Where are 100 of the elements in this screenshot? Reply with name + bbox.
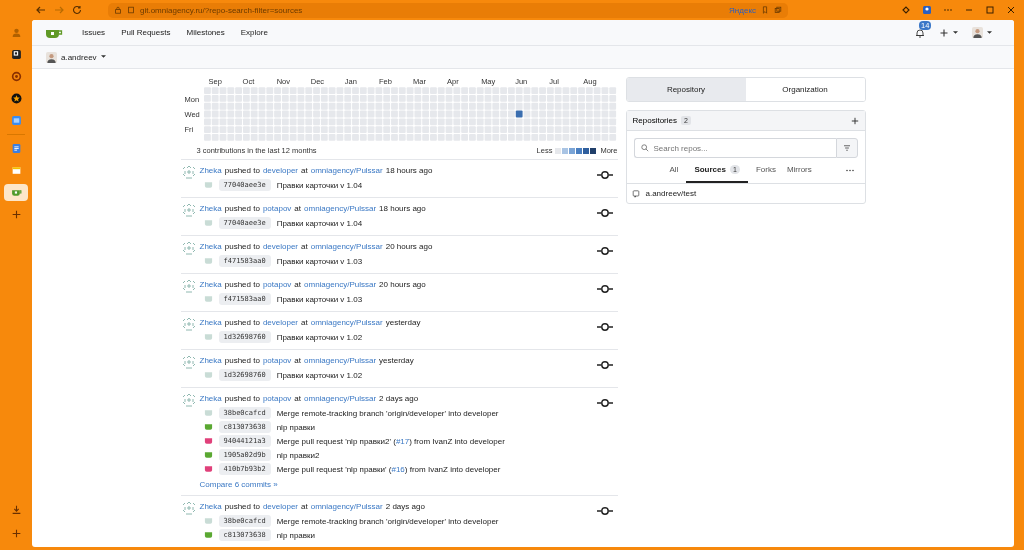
caret-icon[interactable] xyxy=(987,30,992,35)
branch-link[interactable]: developer xyxy=(262,241,298,253)
repo-icon xyxy=(631,189,640,198)
user-link[interactable]: Zheka xyxy=(199,355,222,367)
caret-icon[interactable] xyxy=(100,55,106,59)
user-link[interactable]: Zheka xyxy=(199,317,222,329)
commit-message: Merge remote-tracking branch 'origin/developer' into developer xyxy=(276,408,499,418)
action-text: pushed to xyxy=(224,279,260,291)
user-link[interactable]: Zheka xyxy=(199,165,222,177)
branch-link[interactable]: potapov xyxy=(262,393,292,405)
commit-message: Merge pull request 'nlp правки' (#16) from IvanZ into developer xyxy=(276,464,501,474)
commit-message: nlp правки2 xyxy=(276,450,320,460)
nav-link[interactable]: Milestones xyxy=(186,28,225,37)
repo-link[interactable]: omniagency/Pulssar xyxy=(304,355,377,367)
avatar-icon[interactable] xyxy=(972,27,983,38)
nav-link[interactable]: Explore xyxy=(240,28,268,37)
teacup-icon xyxy=(10,187,22,198)
page-icon xyxy=(127,6,135,14)
repo-link[interactable]: omniagency/Pulssar xyxy=(304,393,377,405)
extension-icon[interactable] xyxy=(901,5,911,15)
commit-message: Правки карточки v 1.02 xyxy=(276,370,363,380)
action-text: at xyxy=(294,355,301,367)
commit-icon xyxy=(596,170,613,180)
commit-message: nlp правки xyxy=(276,530,315,540)
repo-link[interactable]: omniagency/Pulssar xyxy=(310,501,383,513)
user-name[interactable]: a.andreev xyxy=(61,52,97,62)
time-text: yesterday xyxy=(379,355,414,367)
close-icon[interactable] xyxy=(1006,5,1016,15)
repo-link[interactable]: omniagency/Pulssar xyxy=(310,165,383,177)
user-link[interactable]: Zheka xyxy=(199,241,222,253)
compare-link[interactable]: Compare 6 commits » xyxy=(199,480,593,489)
identicon-icon xyxy=(181,355,196,369)
bookmark-icon[interactable] xyxy=(761,6,769,14)
time-text: yesterday xyxy=(385,317,421,329)
plus-icon xyxy=(10,209,22,220)
plus-icon[interactable] xyxy=(10,528,22,539)
scope-tab[interactable]: Repository xyxy=(626,78,746,101)
action-text: at xyxy=(301,165,308,177)
share-icon[interactable] xyxy=(774,6,782,14)
legend-scale-drawing xyxy=(555,147,598,154)
action-text: at xyxy=(294,279,301,291)
repo-link[interactable]: omniagency/Pulssar xyxy=(304,203,377,215)
action-text: pushed to xyxy=(224,355,260,367)
user-link[interactable]: Zheka xyxy=(199,203,222,215)
identicon-icon xyxy=(181,165,196,179)
url-text: git.omniagency.ru/?repo-search-filter=sources xyxy=(140,5,304,15)
action-text: at xyxy=(294,203,301,215)
commit-message: Merge pull request 'nlp правки2' (#17) from IvanZ into developer xyxy=(276,436,505,446)
filter-button[interactable] xyxy=(835,138,858,158)
pull-request-link[interactable]: #16 xyxy=(391,464,405,474)
action-text: at xyxy=(294,393,301,405)
plus-icon[interactable] xyxy=(850,116,859,125)
action-text: at xyxy=(301,501,308,513)
branch-link[interactable]: potapov xyxy=(262,203,292,215)
identicon-icon xyxy=(181,501,196,515)
branch-link[interactable]: potapov xyxy=(262,355,292,367)
branch-link[interactable]: developer xyxy=(262,317,298,329)
commit-icon xyxy=(596,398,613,408)
caret-icon[interactable] xyxy=(953,30,958,35)
more-icon[interactable] xyxy=(844,169,855,172)
search-field[interactable]: Search repos... xyxy=(633,138,836,158)
filter-tab[interactable]: Mirrors xyxy=(783,158,815,183)
user-link[interactable]: Zheka xyxy=(199,501,222,513)
plus-icon[interactable] xyxy=(939,27,949,38)
branch-link[interactable]: developer xyxy=(262,501,298,513)
nav-link[interactable]: Pull Requests xyxy=(121,28,171,37)
identicon-icon xyxy=(181,241,196,255)
repo-link[interactable]: a.andreev/test xyxy=(645,189,697,198)
download-icon[interactable] xyxy=(10,504,22,515)
identicon-icon xyxy=(181,317,196,331)
user-link[interactable]: Zheka xyxy=(199,279,222,291)
action-text: pushed to xyxy=(224,203,260,215)
commit-message: Правки карточки v 1.02 xyxy=(276,332,363,342)
branch-link[interactable]: potapov xyxy=(262,279,292,291)
reload-icon[interactable] xyxy=(72,5,82,15)
filter-tab[interactable]: All xyxy=(666,158,682,183)
nav-link[interactable]: Issues xyxy=(82,28,106,37)
bell-icon[interactable] xyxy=(915,27,925,38)
commit-message: Правки карточки v 1.04 xyxy=(276,218,363,228)
branch-link[interactable]: developer xyxy=(262,165,298,177)
repo-link[interactable]: omniagency/Pulssar xyxy=(310,317,383,329)
identicon-icon xyxy=(181,393,196,407)
filter-tab[interactable]: Forks xyxy=(752,158,779,183)
user-link[interactable]: Zheka xyxy=(199,393,222,405)
ring-icon xyxy=(10,71,22,82)
commit-icon xyxy=(596,208,613,218)
action-text: pushed to xyxy=(224,317,260,329)
repo-link[interactable]: omniagency/Pulssar xyxy=(310,241,383,253)
commit-message: Правки карточки v 1.03 xyxy=(276,256,363,266)
back-icon[interactable] xyxy=(36,5,46,15)
profile-icon[interactable] xyxy=(922,5,932,15)
commit-icon xyxy=(596,506,613,516)
repo-link[interactable]: omniagency/Pulssar xyxy=(304,279,377,291)
address-bar[interactable]: git.omniagency.ru/?repo-search-filter=sources Яндекс xyxy=(108,2,788,18)
time-text: 20 hours ago xyxy=(385,241,433,253)
maximize-icon[interactable] xyxy=(985,5,995,15)
commit-message: Правки карточки v 1.03 xyxy=(276,294,363,304)
time-text: 2 days ago xyxy=(379,393,419,405)
identicon-icon xyxy=(181,279,196,293)
action-text: at xyxy=(301,317,308,329)
